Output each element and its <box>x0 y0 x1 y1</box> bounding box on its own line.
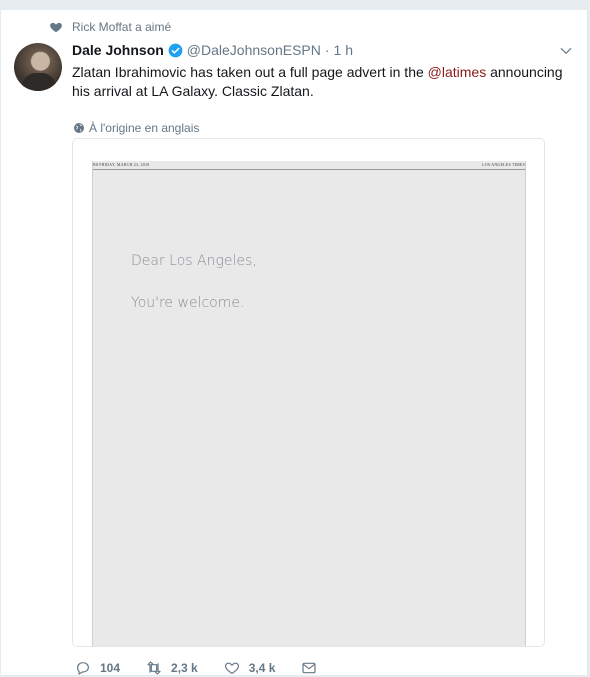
newspaper-masthead: B8 FRIDAY, MARCH 23, 2018 LOS ANGELES TI… <box>93 161 525 170</box>
like-count: 3,4 k <box>248 661 276 675</box>
avatar-shirt <box>22 73 56 91</box>
reply-icon <box>77 662 89 675</box>
reply-count: 104 <box>100 661 121 675</box>
envelope-icon <box>302 662 317 674</box>
ad-line-2: You're welcome. <box>131 295 245 311</box>
tweet-header: Dale Johnson @DaleJohnsonESPN · 1 h <box>72 41 353 59</box>
action-bar: 104 2,3 k 3,4 k <box>75 659 352 677</box>
author-handle[interactable]: @DaleJohnsonESPN <box>187 42 321 58</box>
tweet-text-part1: Zlatan Ibrahimovic has taken out a full … <box>72 64 428 80</box>
separator-dot: · <box>324 42 330 58</box>
mention-link[interactable]: @latimes <box>428 64 487 80</box>
reply-button[interactable]: 104 <box>75 660 120 676</box>
newspaper-page: B8 FRIDAY, MARCH 23, 2018 LOS ANGELES TI… <box>92 161 526 646</box>
ad-line-1: Dear Los Angeles, <box>131 253 257 269</box>
globe-icon <box>74 123 84 133</box>
author-name[interactable]: Dale Johnson <box>72 42 164 58</box>
like-button[interactable]: 3,4 k <box>224 660 276 676</box>
verified-icon <box>168 43 183 57</box>
timestamp[interactable]: 1 h <box>334 42 353 58</box>
heart-icon <box>50 22 62 33</box>
chevron-down-icon[interactable] <box>559 44 573 58</box>
tweet-card[interactable]: Rick Moffat a aimé Dale Johnson @DaleJoh… <box>0 9 588 676</box>
media-image[interactable]: B8 FRIDAY, MARCH 23, 2018 LOS ANGELES TI… <box>72 138 545 647</box>
message-button[interactable] <box>301 660 326 676</box>
social-context-label[interactable]: Rick Moffat a aimé <box>72 20 171 34</box>
social-context: Rick Moffat a aimé <box>49 19 171 35</box>
retweet-button[interactable]: 2,3 k <box>146 660 198 676</box>
heart-outline-icon <box>224 662 239 674</box>
translate-label: À l'origine en anglais <box>89 121 200 135</box>
translate-indicator[interactable]: À l'origine en anglais <box>73 120 199 136</box>
masthead-left: B8 FRIDAY, MARCH 23, 2018 <box>93 162 150 167</box>
retweet-icon <box>147 661 161 675</box>
retweet-count: 2,3 k <box>171 661 198 675</box>
avatar[interactable] <box>14 43 62 91</box>
tweet-text: Zlatan Ibrahimovic has taken out a full … <box>72 63 577 101</box>
masthead-right: LOS ANGELES TIMES <box>482 162 525 167</box>
